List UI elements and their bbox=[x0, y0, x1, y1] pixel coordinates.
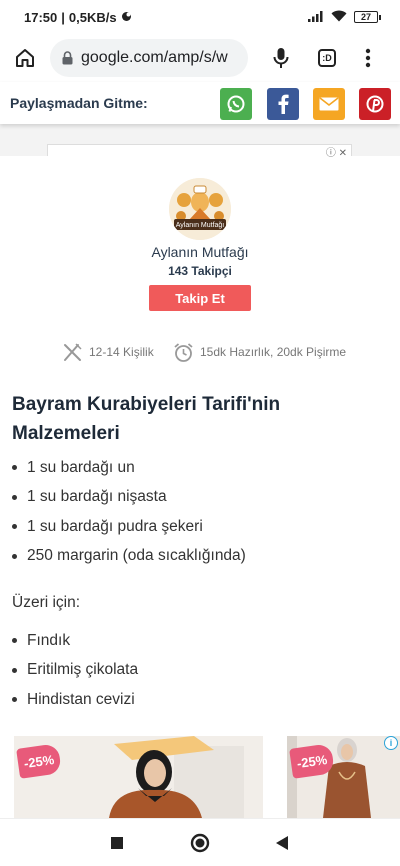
status-time: 17:50 bbox=[24, 9, 58, 25]
page-content: ⓘ ✕ Aylanın Mutfağı Aylanın Mutfağı 143 … bbox=[0, 124, 400, 818]
main-ingredients-list: 1 su bardağı un 1 su bardağı nişasta 1 s… bbox=[12, 453, 246, 571]
wifi-icon bbox=[331, 10, 347, 25]
whatsapp-share-button[interactable] bbox=[220, 88, 252, 120]
back-button[interactable] bbox=[268, 829, 296, 857]
battery-level: 27 bbox=[360, 12, 371, 22]
tabs-icon: :D bbox=[318, 49, 336, 67]
email-icon bbox=[319, 97, 339, 111]
ad-product-card[interactable]: -25% i bbox=[287, 736, 400, 818]
lock-icon bbox=[62, 51, 73, 65]
status-bar: 17:50 | 0,5KB/s 27 bbox=[0, 0, 400, 34]
ad-choices-icon[interactable]: ⓘ ✕ bbox=[326, 144, 347, 159]
list-item: 1 su bardağı un bbox=[12, 453, 246, 483]
author-logo-text: Aylanın Mutfağı bbox=[176, 222, 225, 229]
home-icon bbox=[16, 49, 34, 67]
share-bar: Paylaşmadan Gitme: bbox=[0, 82, 400, 124]
tab-switcher-button[interactable]: :D bbox=[306, 34, 348, 82]
back-triangle-icon bbox=[276, 836, 288, 850]
notification-icon bbox=[121, 10, 132, 25]
circle-icon bbox=[190, 833, 210, 853]
list-item: Fındık bbox=[12, 626, 138, 656]
list-item: Eritilmiş çikolata bbox=[12, 656, 138, 686]
list-item: Hindistan cevizi bbox=[12, 685, 138, 715]
follow-button[interactable]: Takip Et bbox=[149, 285, 251, 311]
recents-button[interactable] bbox=[103, 829, 131, 857]
network-speed: 0,5KB/s bbox=[68, 9, 117, 25]
home-nav-button[interactable] bbox=[186, 829, 214, 857]
author-logo[interactable]: Aylanın Mutfağı bbox=[169, 178, 231, 240]
time-info: 15dk Hazırlık, 20dk Pişirme bbox=[173, 340, 346, 364]
url-text: google.com/amp/s/w bbox=[81, 49, 228, 66]
voice-search-button[interactable] bbox=[256, 34, 306, 82]
browser-menu-button[interactable] bbox=[348, 34, 388, 82]
ingredients-title: Bayram Kurabiyeleri Tarifi'nin Malzemele… bbox=[12, 394, 281, 444]
signal-icon bbox=[308, 10, 324, 25]
list-item: 1 su bardağı pudra şekeri bbox=[12, 512, 246, 542]
fork-knife-icon bbox=[64, 342, 82, 361]
facebook-icon bbox=[278, 94, 289, 114]
time-text: 15dk Hazırlık, 20dk Pişirme bbox=[200, 345, 347, 359]
menu-icon bbox=[365, 48, 371, 68]
pinterest-share-button[interactable] bbox=[359, 88, 391, 120]
follower-count: 143 Takipçi bbox=[168, 264, 232, 278]
author-name[interactable]: Aylanın Mutfağı bbox=[0, 244, 400, 260]
share-label: Paylaşmadan Gitme: bbox=[10, 95, 148, 111]
list-item: 1 su bardağı nişasta bbox=[12, 483, 246, 513]
pinterest-icon bbox=[366, 95, 384, 113]
system-nav-bar bbox=[0, 818, 400, 866]
square-icon bbox=[111, 837, 123, 849]
home-button[interactable] bbox=[0, 34, 50, 82]
ad-product-card[interactable]: -25% bbox=[14, 736, 263, 818]
list-item: 250 margarin (oda sıcaklığında) bbox=[12, 542, 246, 572]
alarm-clock-icon bbox=[174, 342, 193, 362]
ad-info-icon[interactable]: i bbox=[384, 736, 398, 750]
mic-icon bbox=[273, 48, 289, 68]
servings-text: 12-14 Kişilik bbox=[89, 345, 154, 359]
topping-heading: Üzeri için: bbox=[12, 594, 81, 611]
address-bar[interactable]: google.com/amp/s/w bbox=[50, 39, 248, 77]
servings-info: 12-14 Kişilik bbox=[62, 340, 154, 364]
ad-banner-top[interactable]: ⓘ ✕ bbox=[47, 144, 352, 159]
browser-toolbar: google.com/amp/s/w :D bbox=[0, 34, 400, 82]
topping-ingredients-list: Fındık Eritilmiş çikolata Hindistan cevi… bbox=[12, 626, 138, 715]
battery-icon: 27 bbox=[354, 11, 381, 23]
facebook-share-button[interactable] bbox=[267, 88, 299, 120]
whatsapp-icon bbox=[227, 95, 245, 113]
email-share-button[interactable] bbox=[313, 88, 345, 120]
